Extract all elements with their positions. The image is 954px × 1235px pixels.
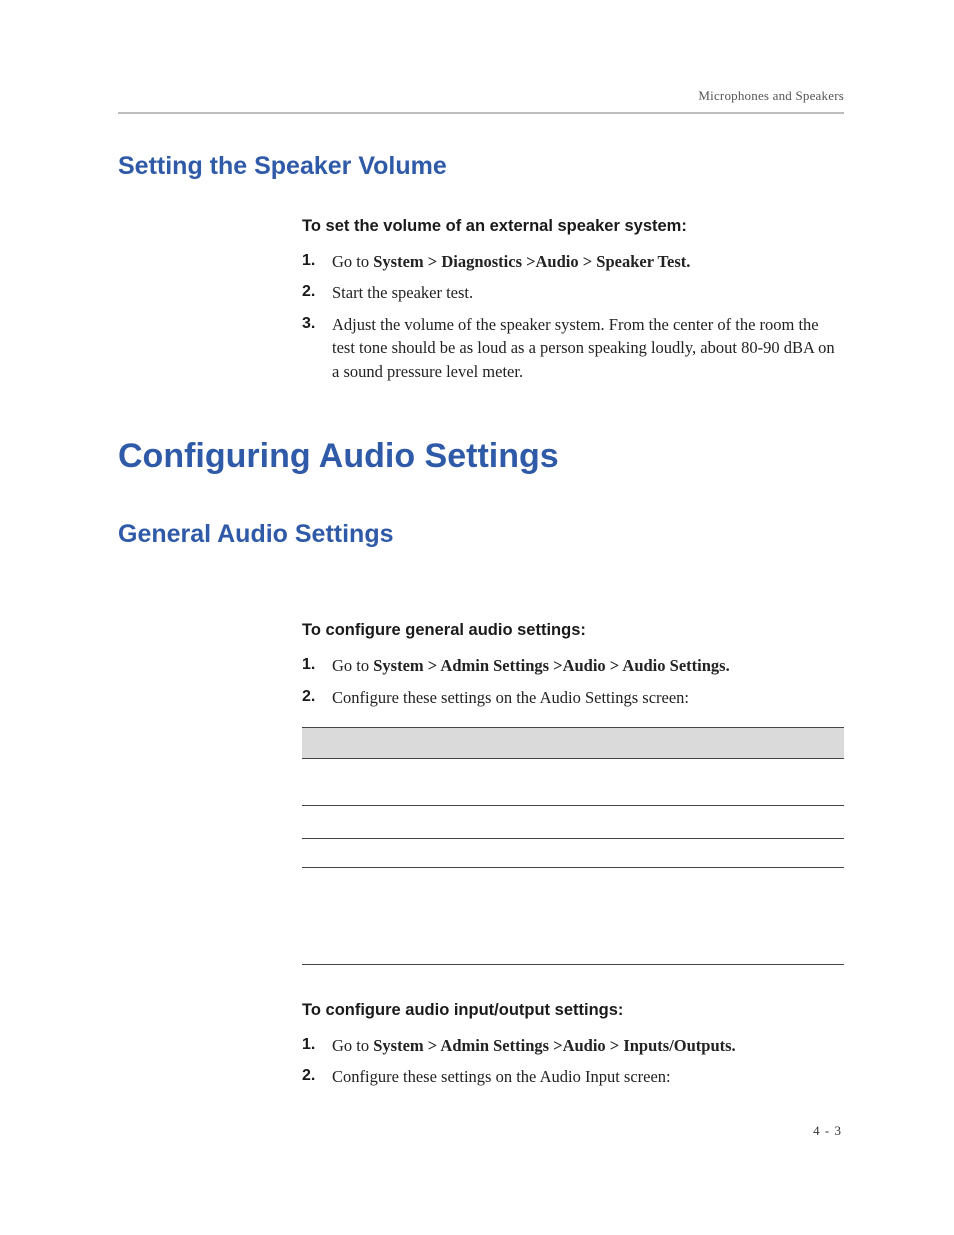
step-text: Go to [332, 252, 373, 271]
settings-table [302, 727, 844, 965]
step-bold: System > Admin Settings >Audio > Inputs/… [373, 1036, 735, 1055]
step-text: Configure these settings on the Audio Se… [332, 688, 689, 707]
table-header-cell [302, 727, 465, 758]
steps-general-audio: Go to System > Admin Settings >Audio > A… [302, 654, 844, 709]
step-text: Start the speaker test. [332, 283, 473, 302]
page-number: 4 - 3 [813, 1123, 842, 1139]
table-row [302, 805, 844, 838]
table-header-row [302, 727, 844, 758]
table-cell [465, 805, 844, 838]
table-cell [465, 758, 844, 805]
step-bold: System > Admin Settings >Audio > Audio S… [373, 656, 729, 675]
section-heading-configuring-audio: Configuring Audio Settings [118, 437, 844, 476]
section-heading-speaker-volume: Setting the Speaker Volume [118, 152, 844, 181]
lead-general-audio: To configure general audio settings: [302, 621, 844, 640]
table-cell [465, 838, 844, 867]
page: Microphones and Speakers Setting the Spe… [0, 0, 954, 1235]
step-item: Configure these settings on the Audio Se… [302, 686, 844, 709]
step-text: Configure these settings on the Audio In… [332, 1067, 671, 1086]
content-block-general-audio: To configure general audio settings: Go … [302, 621, 844, 1089]
table-cell [465, 867, 844, 964]
step-item: Adjust the volume of the speaker system.… [302, 313, 844, 383]
table-row [302, 838, 844, 867]
step-item: Configure these settings on the Audio In… [302, 1065, 844, 1088]
table-cell [302, 758, 465, 805]
table-row [302, 758, 844, 805]
steps-speaker-volume: Go to System > Diagnostics >Audio > Spea… [302, 250, 844, 383]
step-text: Go to [332, 656, 373, 675]
step-text: Adjust the volume of the speaker system.… [332, 315, 835, 381]
step-item: Go to System > Admin Settings >Audio > I… [302, 1034, 844, 1057]
content-block-speaker-volume: To set the volume of an external speaker… [302, 217, 844, 383]
running-header: Microphones and Speakers [118, 88, 844, 114]
step-item: Go to System > Diagnostics >Audio > Spea… [302, 250, 844, 273]
step-bold: System > Diagnostics >Audio > Speaker Te… [373, 252, 690, 271]
table-row [302, 867, 844, 964]
lead-audio-io: To configure audio input/output settings… [302, 1001, 844, 1020]
step-item: Start the speaker test. [302, 281, 844, 304]
table-header-cell [465, 727, 844, 758]
steps-audio-io: Go to System > Admin Settings >Audio > I… [302, 1034, 844, 1089]
table-cell [302, 838, 465, 867]
step-item: Go to System > Admin Settings >Audio > A… [302, 654, 844, 677]
table-cell [302, 805, 465, 838]
step-text: Go to [332, 1036, 373, 1055]
lead-speaker-volume: To set the volume of an external speaker… [302, 217, 844, 236]
section-heading-general-audio: General Audio Settings [118, 520, 844, 549]
table-cell [302, 867, 465, 964]
